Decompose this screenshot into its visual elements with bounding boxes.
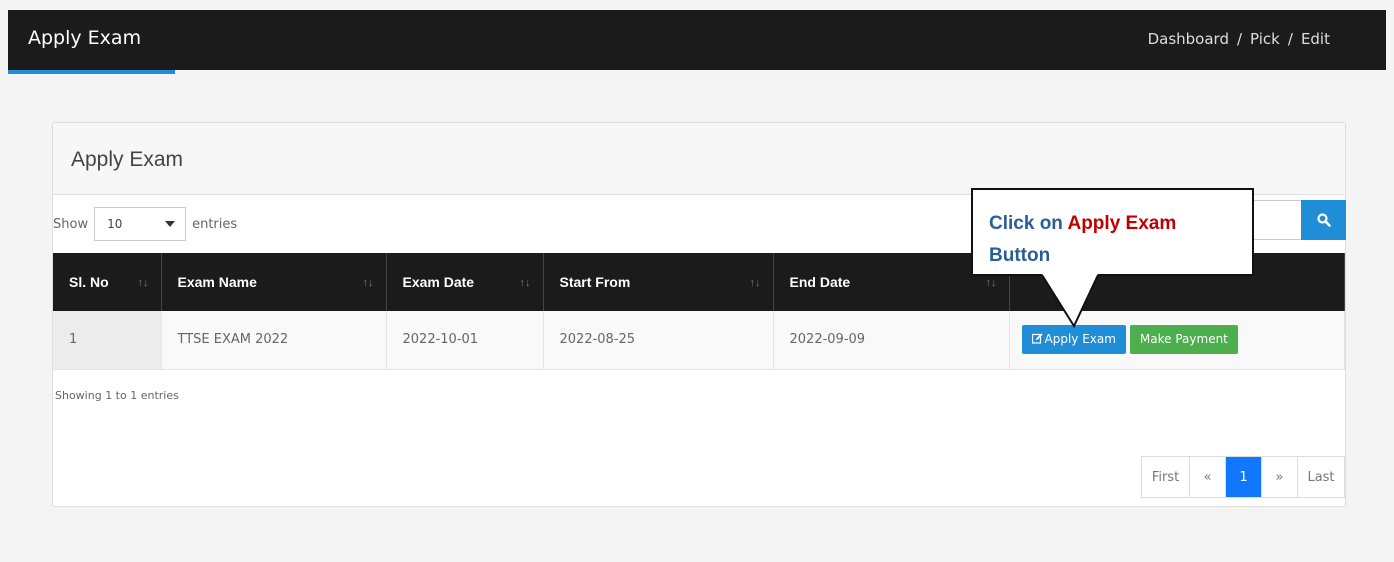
table-row: 1 TTSE EXAM 2022 2022-10-01 2022-08-25 2… bbox=[53, 311, 1345, 370]
make-payment-button[interactable]: Make Payment bbox=[1129, 325, 1238, 355]
breadcrumb-separator: / bbox=[1236, 30, 1243, 48]
callout-pointer-arrow bbox=[1041, 274, 1099, 329]
cell-end-date: 2022-09-09 bbox=[773, 311, 1010, 370]
column-header-sl-no[interactable]: Sl. No ↑↓ bbox=[53, 253, 162, 311]
sort-icon: ↑↓ bbox=[137, 277, 149, 289]
cell-sl-no: 1 bbox=[53, 311, 162, 370]
pager-next[interactable]: » bbox=[1262, 457, 1298, 497]
table-info: Showing 1 to 1 entries bbox=[55, 389, 179, 402]
show-label: Show bbox=[53, 216, 89, 232]
instruction-callout: Click on Apply Exam Button bbox=[971, 188, 1254, 276]
caret-down-icon bbox=[165, 221, 176, 227]
breadcrumb-dashboard[interactable]: Dashboard bbox=[1148, 30, 1229, 48]
cell-exam-name: TTSE EXAM 2022 bbox=[161, 311, 387, 370]
column-header-exam-name[interactable]: Exam Name ↑↓ bbox=[161, 253, 387, 311]
top-bar: Apply Exam Dashboard / Pick / Edit bbox=[8, 10, 1386, 74]
search-button[interactable] bbox=[1301, 200, 1346, 240]
callout-suffix: Button bbox=[989, 245, 1051, 267]
page-title: Apply Exam bbox=[28, 27, 142, 49]
search-icon bbox=[1316, 213, 1331, 227]
breadcrumb-separator: / bbox=[1287, 30, 1293, 48]
page-size-value: 10 bbox=[107, 217, 123, 231]
pager-prev[interactable]: « bbox=[1190, 457, 1226, 497]
sort-icon: ↑↓ bbox=[519, 277, 531, 289]
cell-start-from: 2022-08-25 bbox=[543, 311, 774, 370]
cell-exam-date: 2022-10-01 bbox=[386, 311, 544, 370]
title-accent-bar bbox=[8, 70, 175, 74]
pager-first[interactable]: First bbox=[1142, 457, 1190, 497]
pager-page-1[interactable]: 1 bbox=[1226, 457, 1262, 497]
page-size-control: Show 10 entries bbox=[53, 207, 237, 241]
breadcrumb: Dashboard / Pick / Edit bbox=[1148, 30, 1330, 48]
sort-icon: ↑↓ bbox=[985, 277, 997, 289]
breadcrumb-edit: Edit bbox=[1300, 30, 1330, 48]
pager-last[interactable]: Last bbox=[1298, 457, 1344, 497]
apply-exam-panel: Apply Exam Show 10 entries Sl. No ↑↓ Exam… bbox=[52, 122, 1346, 507]
sort-icon: ↑↓ bbox=[362, 277, 374, 289]
page-size-select[interactable]: 10 bbox=[94, 207, 187, 241]
panel-title: Apply Exam bbox=[71, 148, 184, 171]
column-header-start-from[interactable]: Start From ↑↓ bbox=[543, 253, 774, 311]
callout-prefix: Click on bbox=[989, 213, 1068, 234]
entries-label: entries bbox=[192, 216, 238, 232]
callout-highlight: Apply Exam bbox=[1067, 213, 1177, 234]
edit-icon bbox=[1031, 333, 1043, 344]
column-header-exam-date[interactable]: Exam Date ↑↓ bbox=[386, 253, 544, 311]
pagination: First « 1 » Last bbox=[1141, 456, 1345, 498]
sort-icon: ↑↓ bbox=[749, 277, 761, 289]
breadcrumb-pick[interactable]: Pick bbox=[1250, 30, 1280, 48]
panel-header: Apply Exam bbox=[53, 123, 1345, 195]
